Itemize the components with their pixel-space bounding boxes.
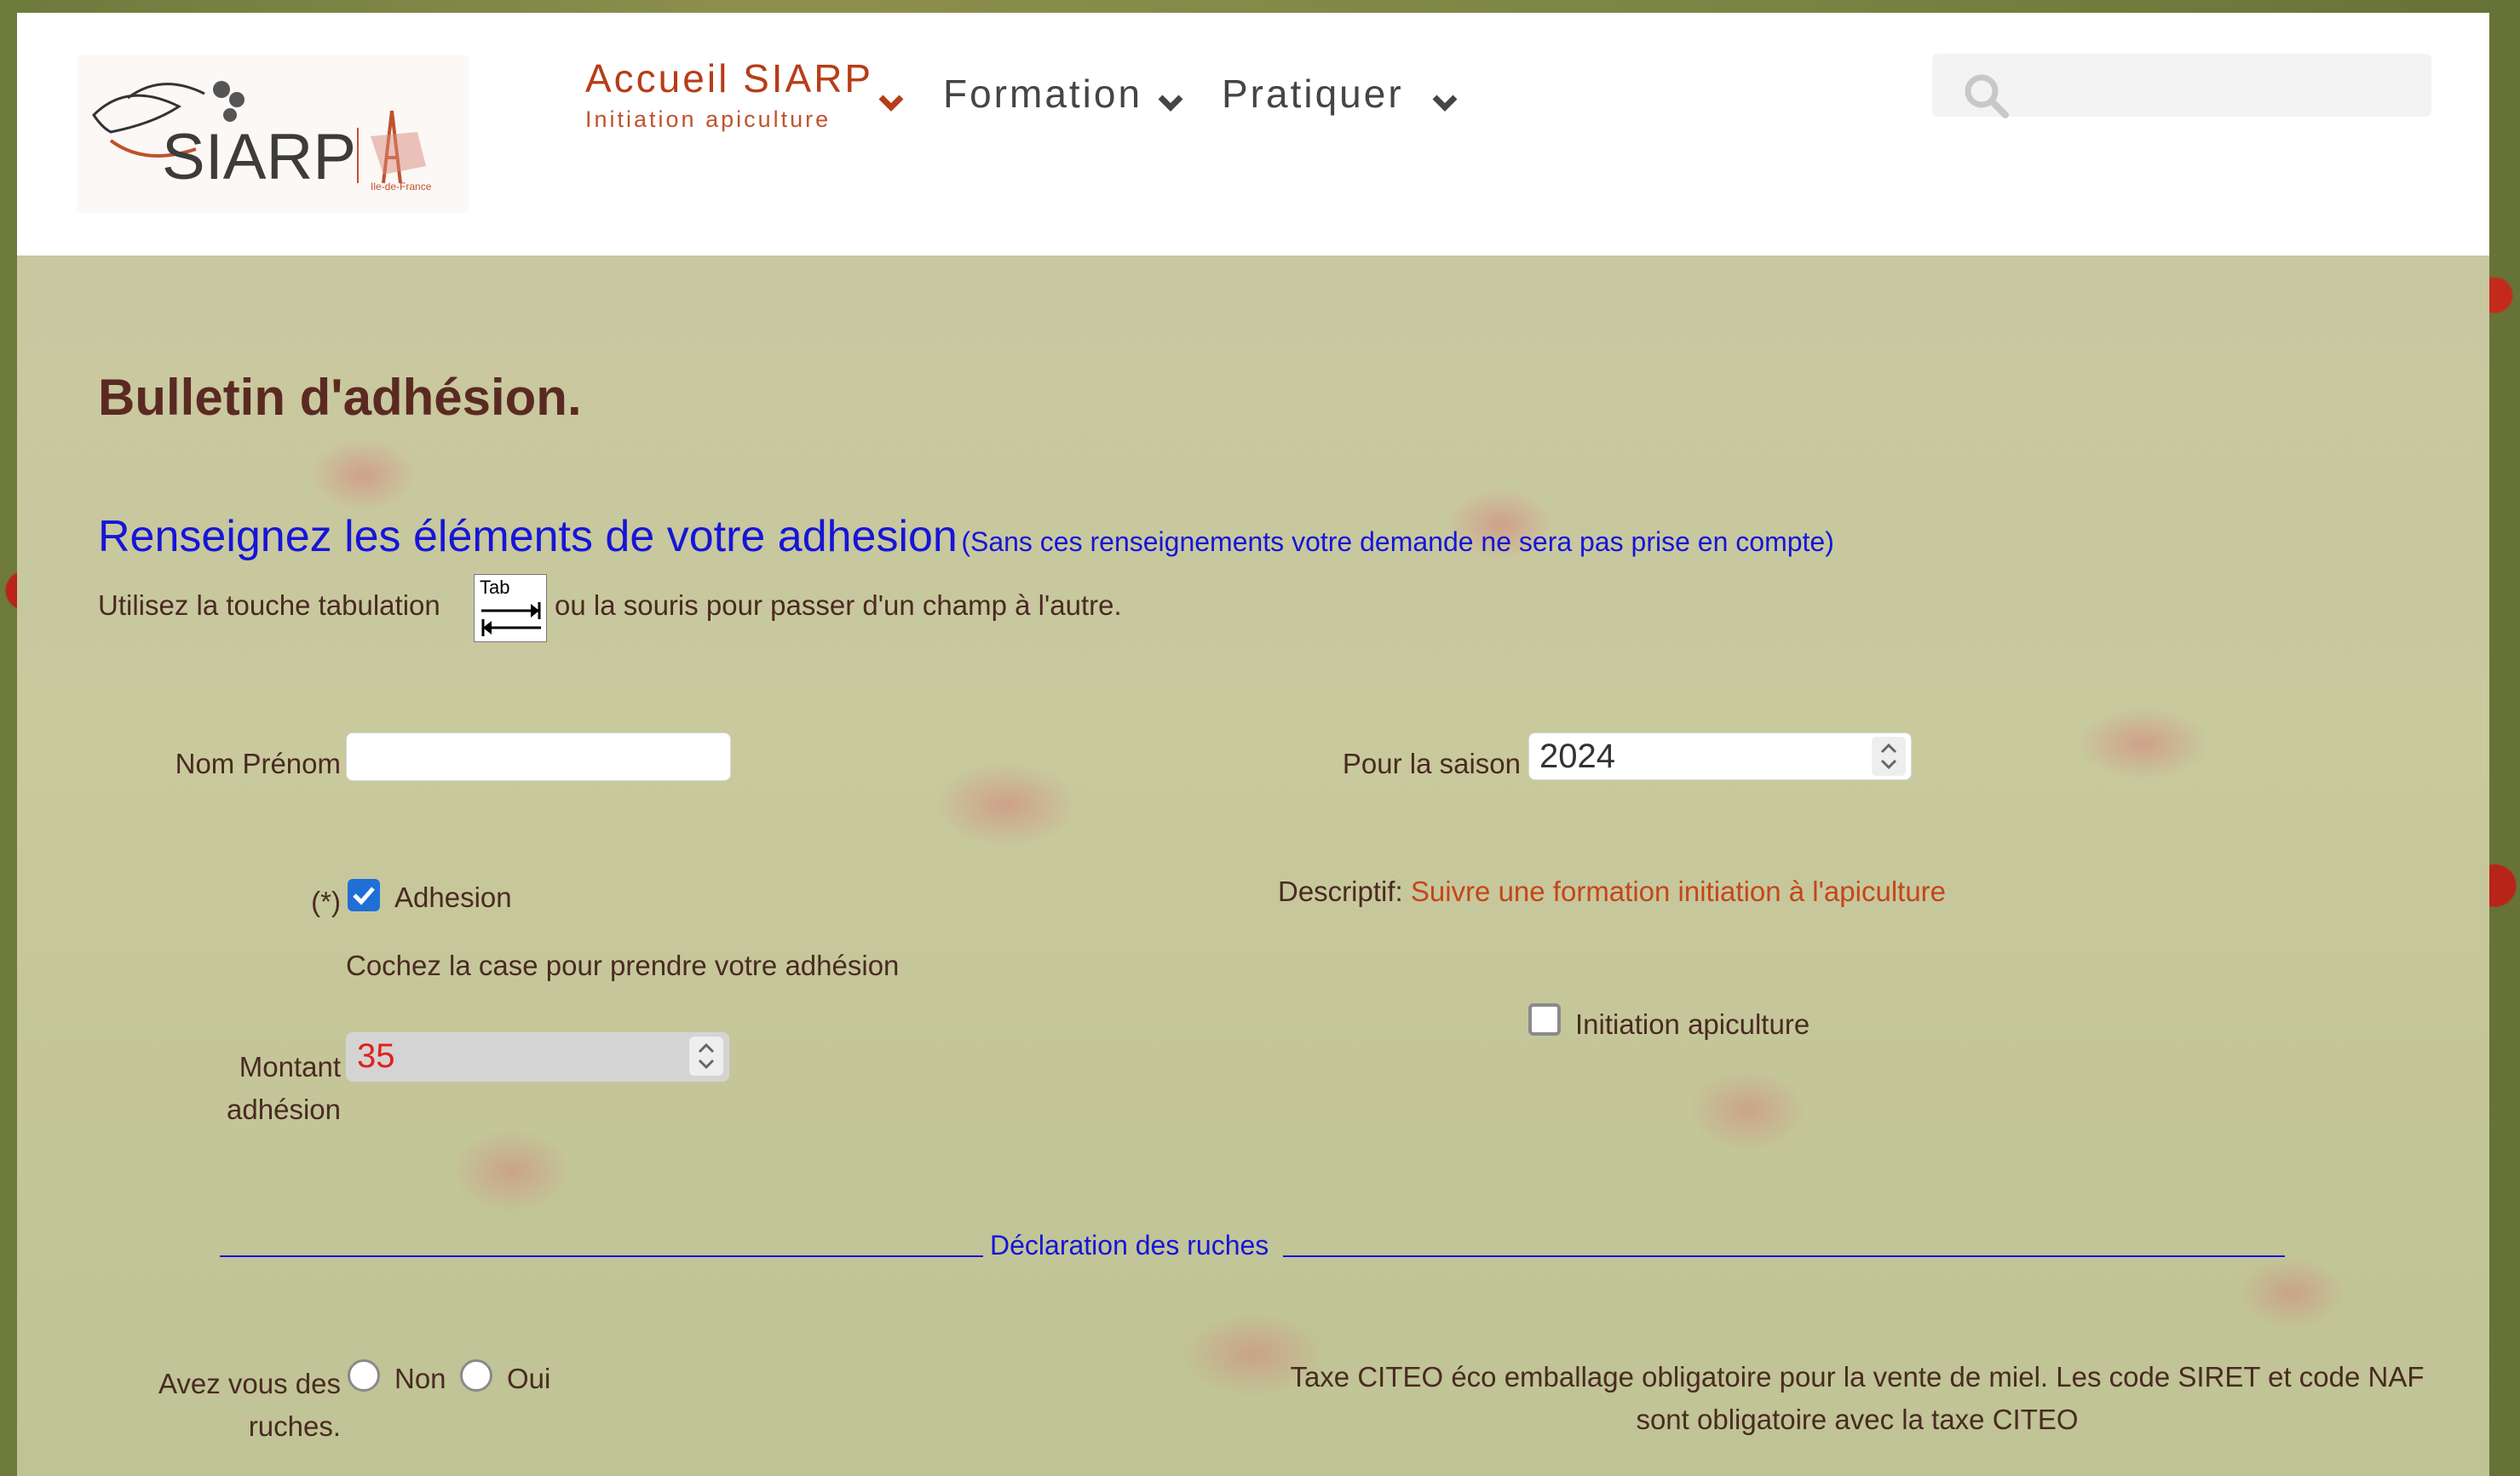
descriptif-row: Descriptif: Suivre une formation initiat…: [1278, 876, 1946, 908]
adhesion-checkbox[interactable]: [348, 879, 380, 911]
spinner-arrows-icon[interactable]: [689, 1037, 723, 1076]
tab-key-icon: Tab: [474, 574, 547, 642]
citeo-notice: Taxe CITEO éco emballage obligatoire pou…: [1261, 1356, 2454, 1441]
ruches-radio-oui[interactable]: [460, 1359, 492, 1392]
search-box[interactable]: [1932, 54, 2431, 118]
ruches-label-line1: Avez vous des: [158, 1368, 341, 1399]
search-input[interactable]: [2009, 60, 2421, 112]
chevron-down-icon[interactable]: [1431, 94, 1458, 112]
tab-hint-after: ou la souris pour passer d'un champ à l'…: [555, 589, 1122, 621]
chevron-down-icon[interactable]: [1157, 94, 1184, 112]
ruches-label-line2: ruches.: [248, 1410, 341, 1442]
montant-label-line2: adhésion: [227, 1094, 341, 1125]
adhesion-hint: Cochez la case pour prendre votre adhési…: [346, 950, 900, 981]
nav-accueil-title: Accueil SIARP: [585, 56, 874, 101]
nav-pratiquer[interactable]: Pratiquer: [1222, 71, 1404, 117]
section-divider-left: [220, 1255, 983, 1257]
tab-key-label: Tab: [480, 577, 510, 598]
initiation-checkbox[interactable]: [1528, 1003, 1561, 1036]
ruches-radio-non[interactable]: [348, 1359, 380, 1392]
citeo-line1: Taxe CITEO éco emballage obligatoire pou…: [1290, 1361, 2425, 1393]
section-divider-right: [1283, 1255, 2285, 1257]
nom-prenom-input[interactable]: [346, 732, 731, 781]
adhesion-label[interactable]: Adhesion: [394, 882, 512, 914]
form-subtitle-note: (Sans ces renseignements votre demande n…: [961, 526, 1834, 557]
montant-number-input[interactable]: 35: [346, 1032, 729, 1082]
nav-accueil[interactable]: Accueil SIARP Initiation apiculture: [585, 55, 873, 133]
siarp-logo[interactable]: SIARP Ile-de-France: [77, 55, 469, 213]
nav-pratiquer-title: Pratiquer: [1222, 72, 1404, 116]
tab-hint-before: Utilisez la touche tabulation: [98, 589, 440, 621]
chevron-down-icon[interactable]: [877, 94, 905, 112]
nav-formation[interactable]: Formation: [943, 71, 1142, 117]
citeo-line2: sont obligatoire avec la taxe CITEO: [1636, 1404, 2079, 1435]
site-header: SIARP Ile-de-France Accueil SIARP Initia…: [17, 13, 2489, 256]
montant-label-line1: Montant: [239, 1051, 341, 1083]
section-title: Déclaration des ruches: [990, 1230, 1269, 1261]
spinner-arrows-icon[interactable]: [1872, 737, 1906, 776]
ruches-radio-oui-label[interactable]: Oui: [507, 1363, 550, 1395]
form-subtitle-row: Renseignez les éléments de votre adhesio…: [98, 511, 1834, 562]
saison-number-input[interactable]: 2024: [1528, 732, 1912, 780]
form-subtitle: Renseignez les éléments de votre adhesio…: [98, 512, 958, 561]
descriptif-label: Descriptif:: [1278, 876, 1403, 907]
nom-prenom-label: Nom Prénom: [175, 748, 341, 779]
descriptif-value: Suivre une formation initiation à l'apic…: [1410, 876, 1947, 907]
search-icon: [1965, 74, 2009, 118]
initiation-label[interactable]: Initiation apiculture: [1575, 1008, 1809, 1041]
montant-value: 35: [357, 1037, 395, 1075]
logo-wordmark: SIARP: [162, 121, 356, 193]
form-panel: Bulletin d'adhésion. Renseignez les élém…: [17, 256, 2489, 1476]
page-title: Bulletin d'adhésion.: [98, 369, 582, 426]
required-mark: (*): [311, 886, 341, 917]
montant-label: Montant adhésion: [145, 1046, 341, 1131]
nav-formation-title: Formation: [943, 72, 1143, 116]
saison-value: 2024: [1539, 738, 1615, 775]
saison-label: Pour la saison: [1342, 748, 1521, 779]
ruches-label: Avez vous des ruches.: [111, 1363, 341, 1448]
ruches-radio-non-label[interactable]: Non: [394, 1363, 446, 1395]
nav-accueil-subtitle: Initiation apiculture: [585, 106, 831, 132]
logo-region: Ile-de-France: [371, 181, 432, 192]
checkmark-icon: [353, 887, 375, 905]
